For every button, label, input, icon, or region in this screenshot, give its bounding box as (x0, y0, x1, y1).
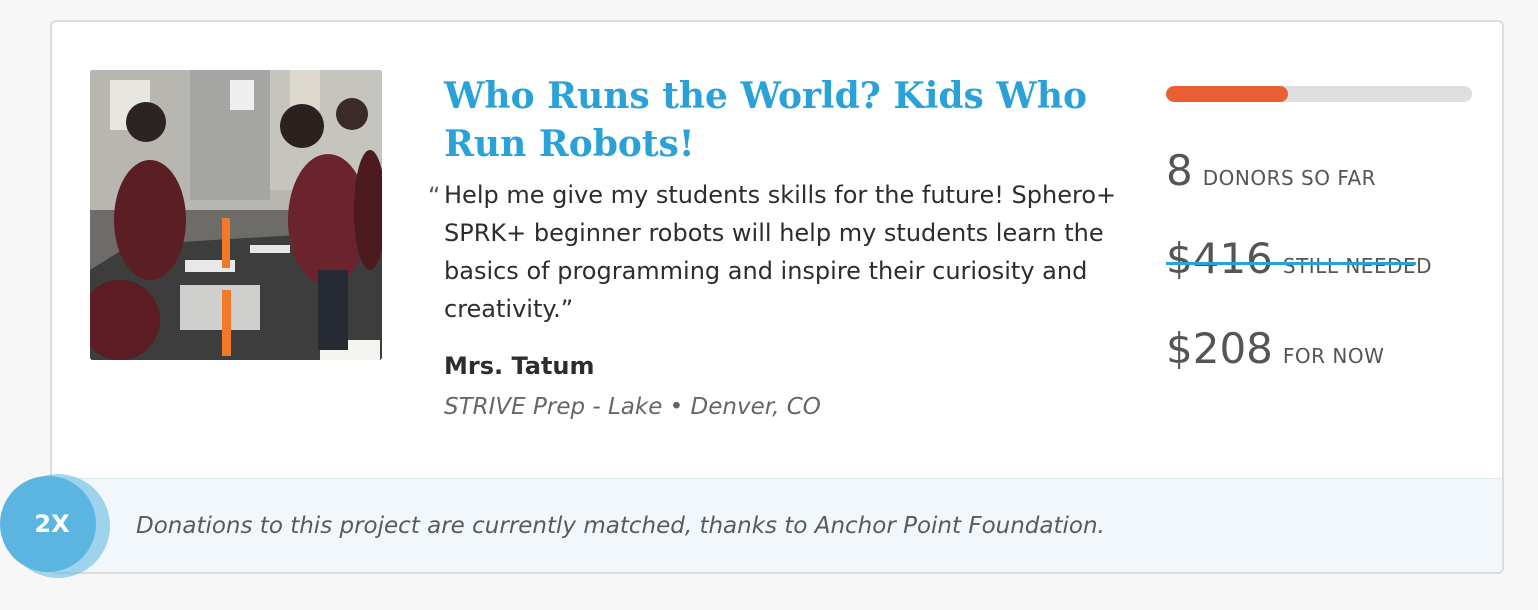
project-card[interactable]: Who Runs the World? Kids Who Run Robots!… (50, 20, 1504, 574)
teacher-name[interactable]: Mrs. Tatum (444, 352, 595, 380)
for-now-amount: $208 (1166, 324, 1273, 373)
project-photo[interactable] (90, 70, 382, 360)
quote-open-mark: “ (428, 182, 441, 210)
project-quote: Help me give my students skills for the … (444, 181, 1117, 323)
match-text: Donations to this project are currently … (136, 513, 1105, 539)
for-now-stat: $208 FOR NOW (1166, 324, 1384, 373)
still-needed-amount: $416 (1166, 234, 1273, 283)
for-now-label: FOR NOW (1282, 344, 1385, 368)
donors-stat: 8 DONORS SO FAR (1166, 146, 1376, 195)
still-needed-label: STILL NEEDED (1282, 254, 1433, 278)
match-banner: Donations to this project are currently … (52, 478, 1502, 572)
project-title[interactable]: Who Runs the World? Kids Who Run Robots! (444, 72, 1124, 168)
strikethrough-line (1166, 262, 1416, 265)
still-needed-stat: $416 STILL NEEDED (1166, 234, 1432, 283)
funding-progress-bar (1166, 86, 1472, 102)
donors-label: DONORS SO FAR (1202, 166, 1377, 190)
school-location[interactable]: STRIVE Prep - Lake • Denver, CO (444, 394, 821, 420)
match-badge: 2X (0, 474, 110, 578)
donors-count: 8 (1166, 146, 1193, 195)
funding-progress-fill (1166, 86, 1289, 102)
match-badge-label: 2X (34, 510, 70, 538)
